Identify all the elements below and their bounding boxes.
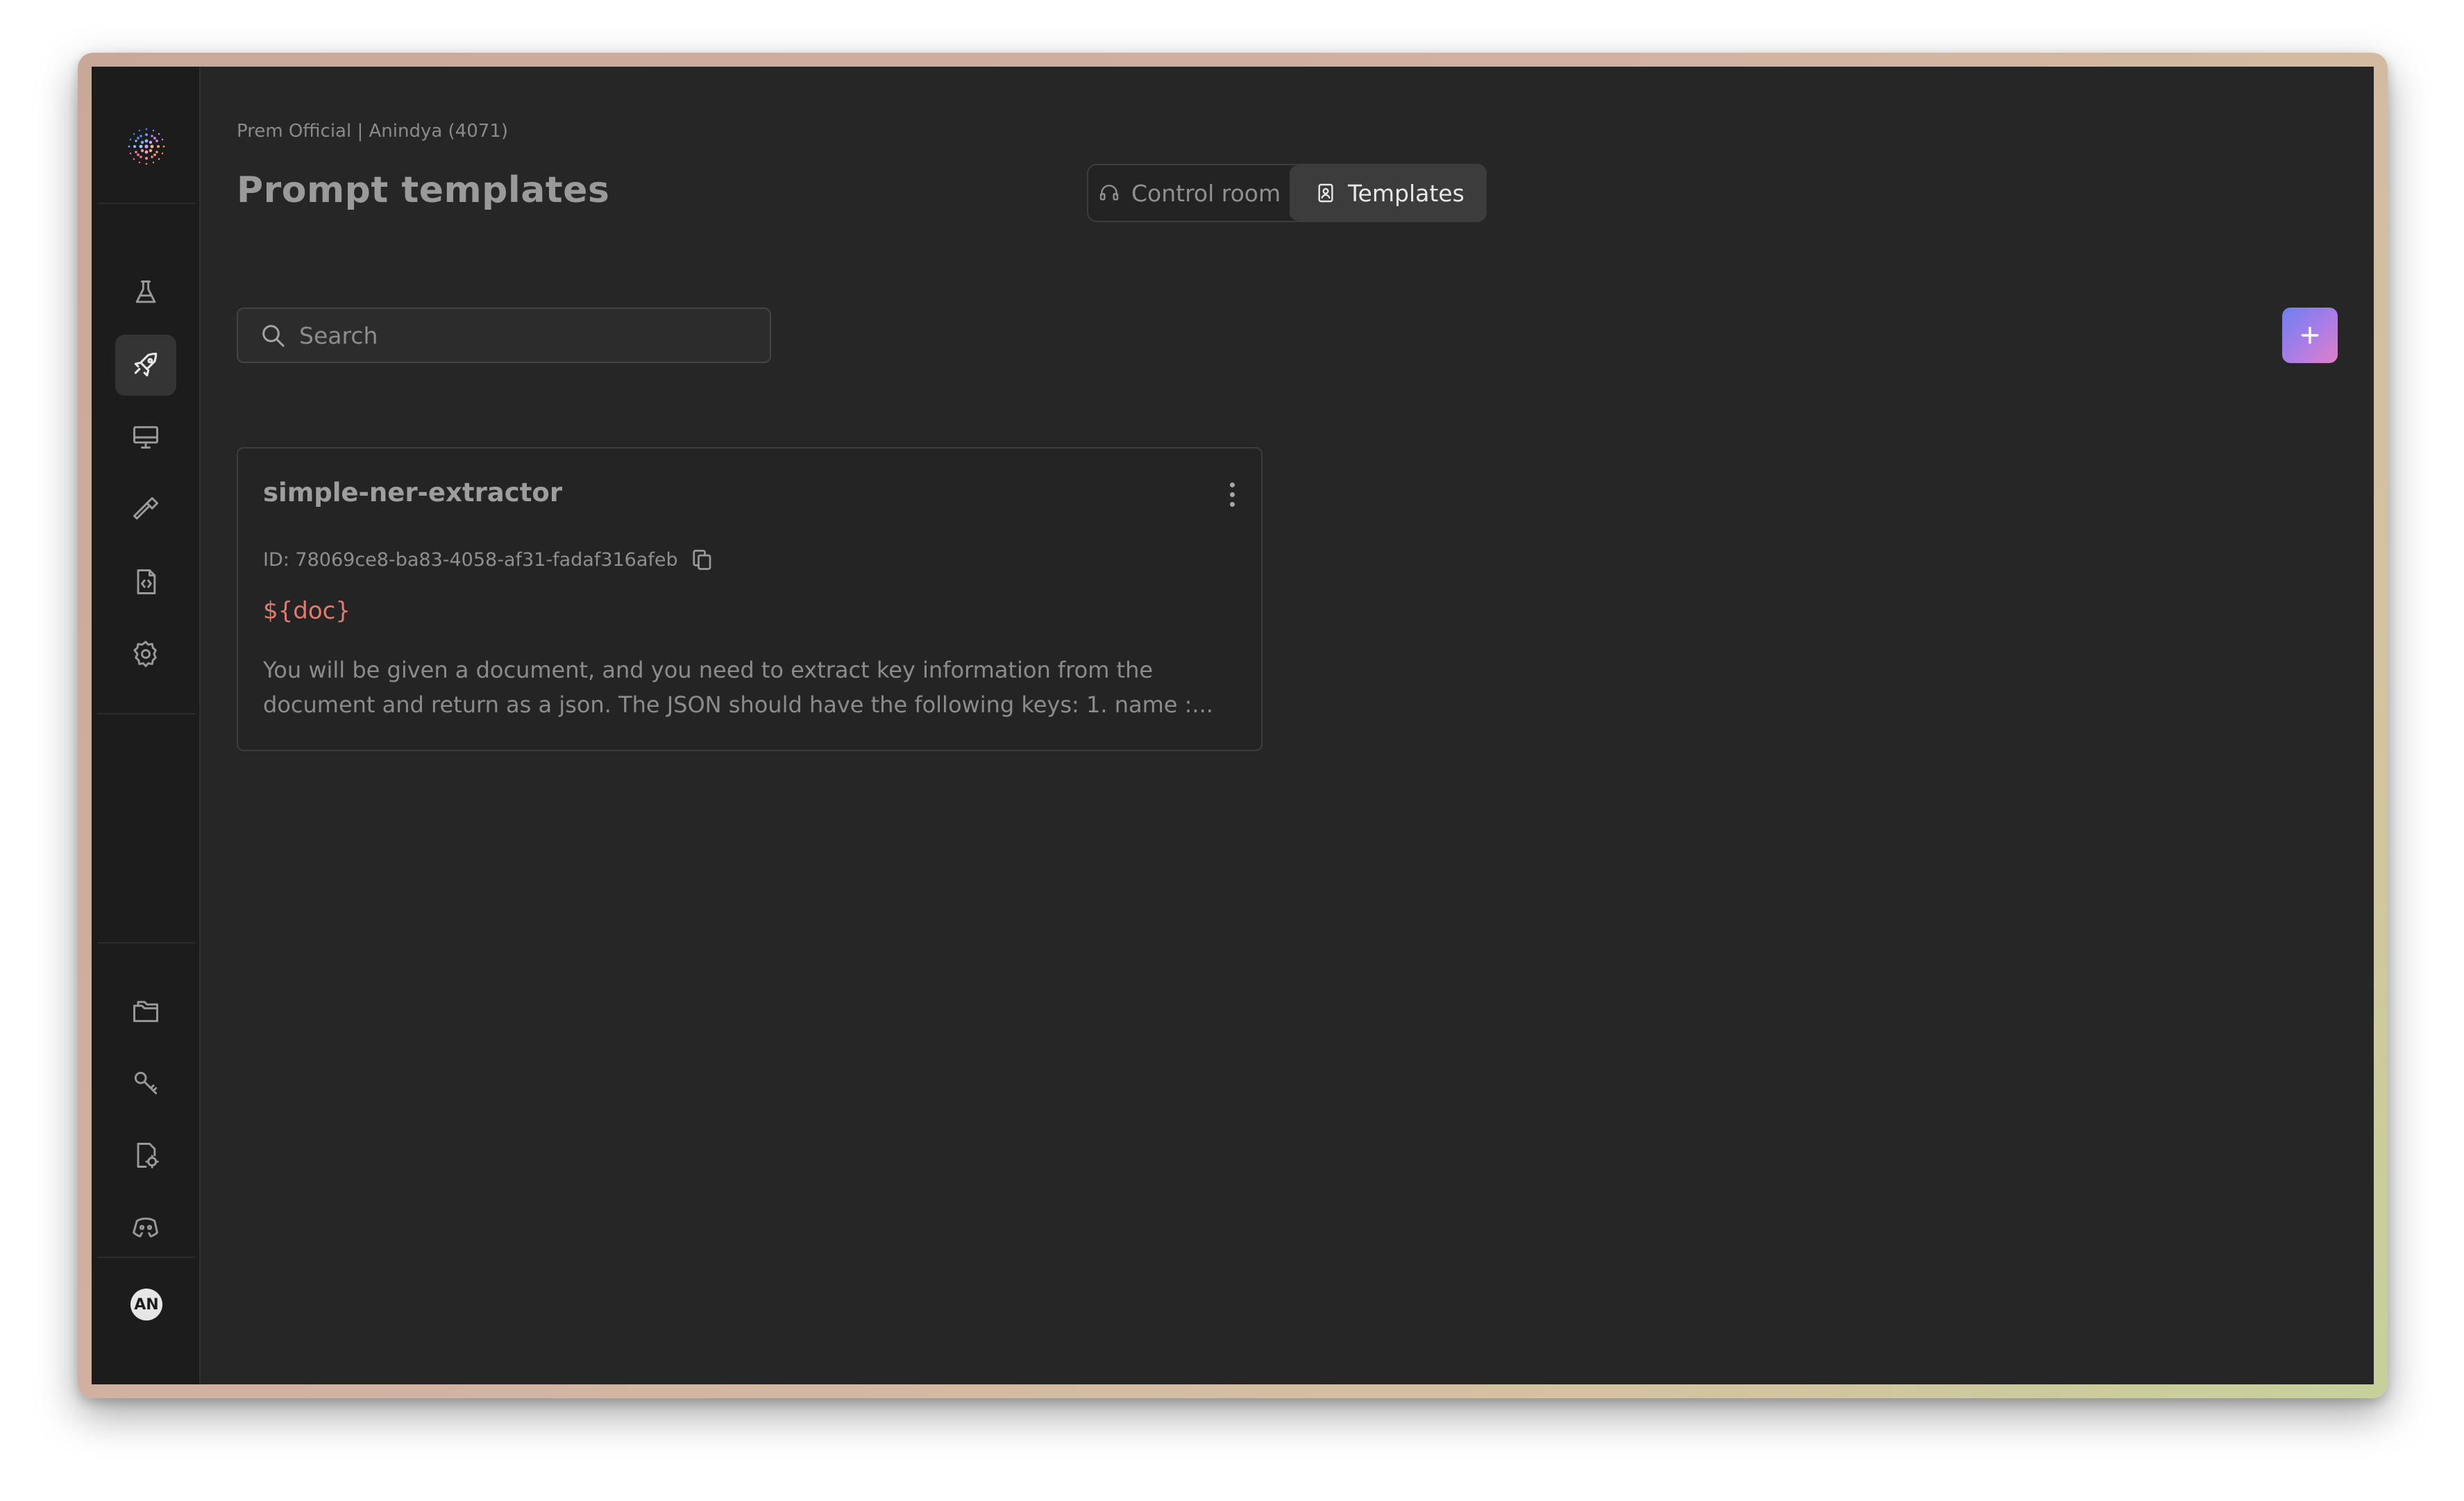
monitor-icon <box>133 426 158 449</box>
search-input[interactable] <box>299 321 750 349</box>
template-variable: ${doc} <box>263 597 351 625</box>
template-id: ID: 78069ce8-ba83-4058-af31-fadaf316afeb <box>263 548 678 571</box>
tab-templates-label: Templates <box>1348 179 1465 207</box>
search-icon <box>262 325 285 347</box>
tab-control-room[interactable]: Control room <box>1098 165 1299 221</box>
hammer-icon <box>133 497 158 520</box>
more-options-icon[interactable] <box>1218 479 1246 510</box>
folders-icon <box>133 1000 158 1023</box>
breadcrumb: Prem Official | Anindya (4071) <box>237 121 509 142</box>
sidebar-item-discord[interactable] <box>115 1197 176 1258</box>
app-logo-icon[interactable] <box>122 122 171 171</box>
discord-icon <box>133 1217 158 1238</box>
sidebar-divider <box>97 1257 195 1258</box>
template-id-row: ID: 78069ce8-ba83-4058-af31-fadaf316afeb <box>263 547 714 572</box>
sidebar: AN <box>92 67 201 1384</box>
sidebar-item-build[interactable] <box>115 479 176 540</box>
key-icon <box>134 1071 158 1095</box>
avatar[interactable]: AN <box>130 1289 162 1320</box>
template-icon <box>1318 183 1333 203</box>
gear-icon <box>133 641 157 667</box>
flask-icon <box>135 280 156 303</box>
sidebar-item-deployments[interactable] <box>115 407 176 468</box>
sidebar-divider <box>97 713 195 714</box>
add-template-button[interactable] <box>2282 308 2338 363</box>
window-frame: AN Prem Official | Anindya (4071) Prompt… <box>78 53 2388 1398</box>
search-box[interactable] <box>237 308 771 363</box>
sidebar-item-projects[interactable] <box>115 980 176 1041</box>
app-window: AN Prem Official | Anindya (4071) Prompt… <box>92 67 2374 1384</box>
sidebar-item-launchpad[interactable] <box>115 335 176 396</box>
template-card[interactable]: simple-ner-extractor ID: 78069ce8-ba83-4… <box>237 447 1263 751</box>
page-title: Prompt templates <box>237 169 610 211</box>
sidebar-divider <box>97 203 195 204</box>
copy-icon[interactable] <box>689 547 714 572</box>
sidebar-item-api-keys[interactable] <box>115 1053 176 1114</box>
code-file-icon <box>137 569 156 594</box>
plus-icon <box>2301 326 2319 344</box>
tab-templates[interactable]: Templates <box>1290 165 1487 221</box>
template-description: You will be given a document, and you ne… <box>263 657 1213 718</box>
sidebar-item-lab[interactable] <box>115 262 176 324</box>
view-tabs: Control room Templates <box>1087 164 1487 222</box>
rocket-icon <box>134 352 158 377</box>
file-settings-icon <box>137 1143 159 1168</box>
sidebar-item-code[interactable] <box>115 551 176 612</box>
sidebar-divider <box>97 942 195 944</box>
headset-icon <box>1099 185 1119 201</box>
sidebar-item-docs[interactable] <box>115 1125 176 1186</box>
sidebar-item-settings[interactable] <box>115 623 176 685</box>
template-title: simple-ner-extractor <box>263 478 563 508</box>
tab-control-room-label: Control room <box>1131 179 1281 207</box>
